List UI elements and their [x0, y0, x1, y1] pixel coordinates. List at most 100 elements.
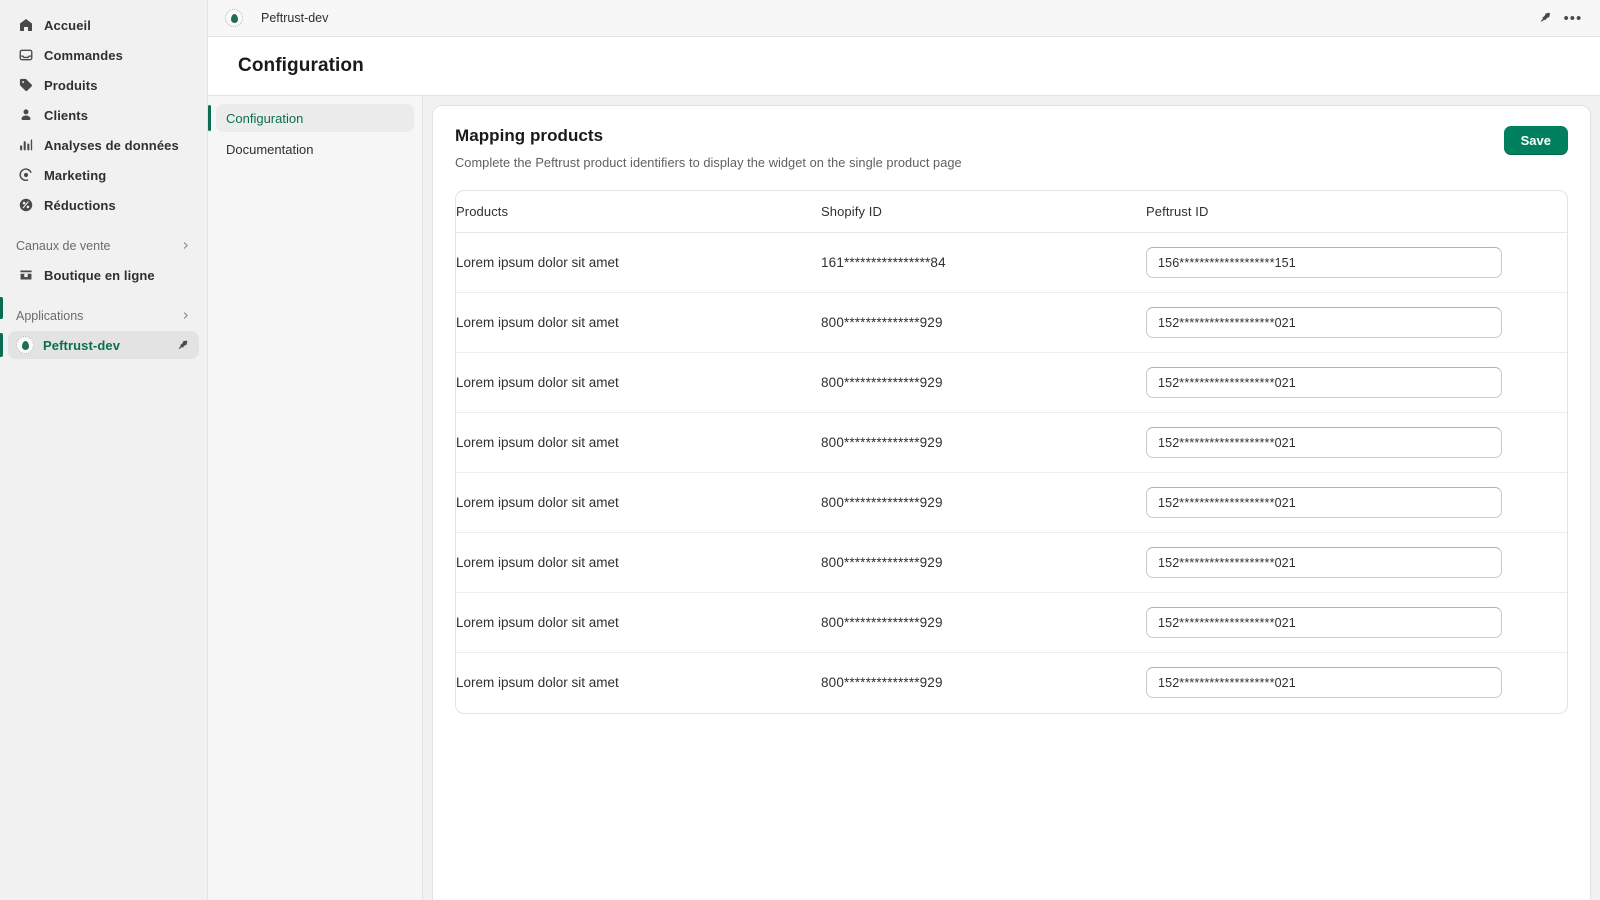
table-header-row: Products Shopify ID Peftrust ID — [456, 191, 1567, 233]
table-body: Lorem ipsum dolor sit amet 161***********… — [456, 232, 1567, 713]
cell-peftrust-id — [1146, 232, 1567, 293]
chevron-right-icon[interactable] — [180, 240, 191, 253]
cell-product-name: Lorem ipsum dolor sit amet — [456, 472, 821, 533]
active-app-accent-bar — [0, 297, 3, 319]
sidebar-item-accueil[interactable]: Accueil — [8, 11, 199, 39]
sidebar-item-reductions[interactable]: Réductions — [8, 191, 199, 219]
app-window: Accueil Commandes Produits Clients Analy — [0, 0, 1600, 900]
sidebar-section-applications[interactable]: Applications — [8, 303, 199, 329]
cell-shopify-id: 161****************84 — [821, 232, 1146, 293]
sidebar-item-label: Boutique en ligne — [44, 267, 155, 283]
sidebar-item-label: Peftrust-dev — [43, 337, 121, 353]
column-header-products: Products — [456, 191, 821, 233]
app-avatar — [225, 9, 243, 27]
table-row: Lorem ipsum dolor sit amet 800***********… — [456, 412, 1567, 473]
sidebar-item-label: Produits — [44, 77, 98, 93]
shopify-id-value: 800**************929 — [821, 555, 943, 570]
sidebar-item-produits[interactable]: Produits — [8, 71, 199, 99]
sidebar-item-label: Analyses de données — [44, 137, 179, 153]
app-frame: Peftrust-dev ••• Configuration Configura… — [208, 0, 1600, 900]
cell-product-name: Lorem ipsum dolor sit amet — [456, 675, 619, 691]
card-header-text: Mapping products Complete the Peftrust p… — [455, 126, 1504, 170]
cell-shopify-id: 800**************929 — [821, 472, 1146, 533]
app-topbar: Peftrust-dev ••• — [208, 0, 1600, 37]
sidebar-item-label: Marketing — [44, 167, 107, 183]
sidebar-item-marketing[interactable]: Marketing — [8, 161, 199, 189]
main-content: Mapping products Complete the Peftrust p… — [423, 95, 1600, 900]
sidebar-item-label: Accueil — [44, 17, 91, 33]
table-row: Lorem ipsum dolor sit amet 800***********… — [456, 292, 1567, 353]
card-header: Mapping products Complete the Peftrust p… — [455, 126, 1568, 170]
mapping-products-card: Mapping products Complete the Peftrust p… — [432, 105, 1591, 900]
cell-peftrust-id — [1146, 653, 1567, 713]
app-avatar — [16, 336, 34, 354]
column-header-peftrust-id: Peftrust ID — [1146, 191, 1567, 233]
cell-product-name: Lorem ipsum dolor sit amet — [456, 412, 821, 473]
table-row: Lorem ipsum dolor sit amet 800***********… — [456, 352, 1567, 413]
sidebar-section-canaux-de-vente[interactable]: Canaux de vente — [8, 233, 199, 259]
peftrust-id-input[interactable] — [1146, 307, 1502, 338]
table-header: Products Shopify ID Peftrust ID — [456, 191, 1567, 233]
table-row: Lorem ipsum dolor sit amet 800***********… — [456, 592, 1567, 653]
subnav-item-configuration[interactable]: Configuration — [208, 104, 414, 132]
pin-icon[interactable] — [1534, 5, 1560, 31]
table-row: Lorem ipsum dolor sit amet 800***********… — [456, 472, 1567, 533]
peftrust-id-input[interactable] — [1146, 247, 1502, 278]
topbar-app-name: Peftrust-dev — [261, 11, 329, 25]
settings-sidebar: Configuration Documentation — [208, 95, 423, 900]
page-title: Configuration — [238, 55, 364, 76]
more-options-label: ••• — [1563, 9, 1583, 27]
shopify-id-value: 800**************929 — [821, 495, 943, 510]
table-row: Lorem ipsum dolor sit amet 800***********… — [456, 532, 1567, 593]
topbar-app-identity: Peftrust-dev — [225, 9, 328, 27]
cell-shopify-id: 800**************929 — [821, 352, 1146, 413]
marketing-target-icon — [16, 165, 36, 185]
mapping-table: Products Shopify ID Peftrust ID Lorem ip… — [456, 191, 1567, 713]
analytics-bars-icon — [16, 135, 36, 155]
cell-shopify-id: 800**************929 — [821, 653, 1146, 713]
cell-product-name: Lorem ipsum dolor sit amet — [456, 232, 821, 293]
chevron-right-icon[interactable] — [180, 310, 191, 323]
page-body: Configuration Documentation Mapping prod… — [208, 95, 1600, 900]
sidebar-item-commandes[interactable]: Commandes — [8, 41, 199, 69]
customers-person-icon — [16, 105, 36, 125]
peftrust-id-input[interactable] — [1146, 427, 1502, 458]
cell-shopify-id: 800**************929 — [821, 592, 1146, 653]
save-button[interactable]: Save — [1503, 126, 1568, 155]
table-row: Lorem ipsum dolor sit amet 161***********… — [456, 232, 1567, 293]
sidebar-item-clients[interactable]: Clients — [8, 101, 199, 129]
page-header: Configuration — [208, 37, 1600, 95]
global-sidebar: Accueil Commandes Produits Clients Analy — [0, 0, 208, 900]
cell-peftrust-id — [1146, 592, 1567, 653]
online-store-icon — [16, 265, 36, 285]
cell-product-name: Lorem ipsum dolor sit amet — [456, 592, 821, 653]
cell-shopify-id: 800**************929 — [821, 532, 1146, 593]
shopify-id-value: 800**************929 — [821, 615, 943, 630]
cell-shopify-id: 800**************929 — [821, 292, 1146, 353]
sidebar-item-label: Réductions — [44, 197, 116, 213]
shopify-id-value: 800**************929 — [821, 435, 943, 450]
subnav-item-label: Documentation — [226, 141, 314, 157]
cell-product-name: Lorem ipsum dolor sit amet — [456, 292, 821, 353]
column-header-shopify-id: Shopify ID — [821, 191, 1146, 233]
sidebar-item-boutique-en-ligne[interactable]: Boutique en ligne — [8, 261, 199, 289]
mapping-table-wrapper: Products Shopify ID Peftrust ID Lorem ip… — [455, 190, 1568, 714]
shopify-id-value: 800**************929 — [821, 375, 943, 390]
sidebar-item-analyses[interactable]: Analyses de données — [8, 131, 199, 159]
home-icon — [16, 15, 36, 35]
cell-peftrust-id — [1146, 292, 1567, 353]
peftrust-id-input[interactable] — [1146, 667, 1502, 699]
peftrust-id-input[interactable] — [1146, 367, 1502, 398]
peftrust-id-input[interactable] — [1146, 547, 1502, 578]
pin-icon[interactable] — [178, 339, 191, 352]
peftrust-id-input[interactable] — [1146, 607, 1502, 638]
sidebar-item-label: Commandes — [44, 47, 123, 63]
shopify-id-value: 161****************84 — [821, 255, 946, 270]
peftrust-id-input[interactable] — [1146, 487, 1502, 518]
subnav-item-documentation[interactable]: Documentation — [216, 135, 414, 163]
cell-peftrust-id — [1146, 412, 1567, 473]
sidebar-item-peftrust-dev[interactable]: Peftrust-dev — [0, 331, 199, 359]
shopify-id-value: 800**************929 — [821, 675, 943, 691]
more-options-icon[interactable]: ••• — [1560, 5, 1586, 31]
orders-icon — [16, 45, 36, 65]
